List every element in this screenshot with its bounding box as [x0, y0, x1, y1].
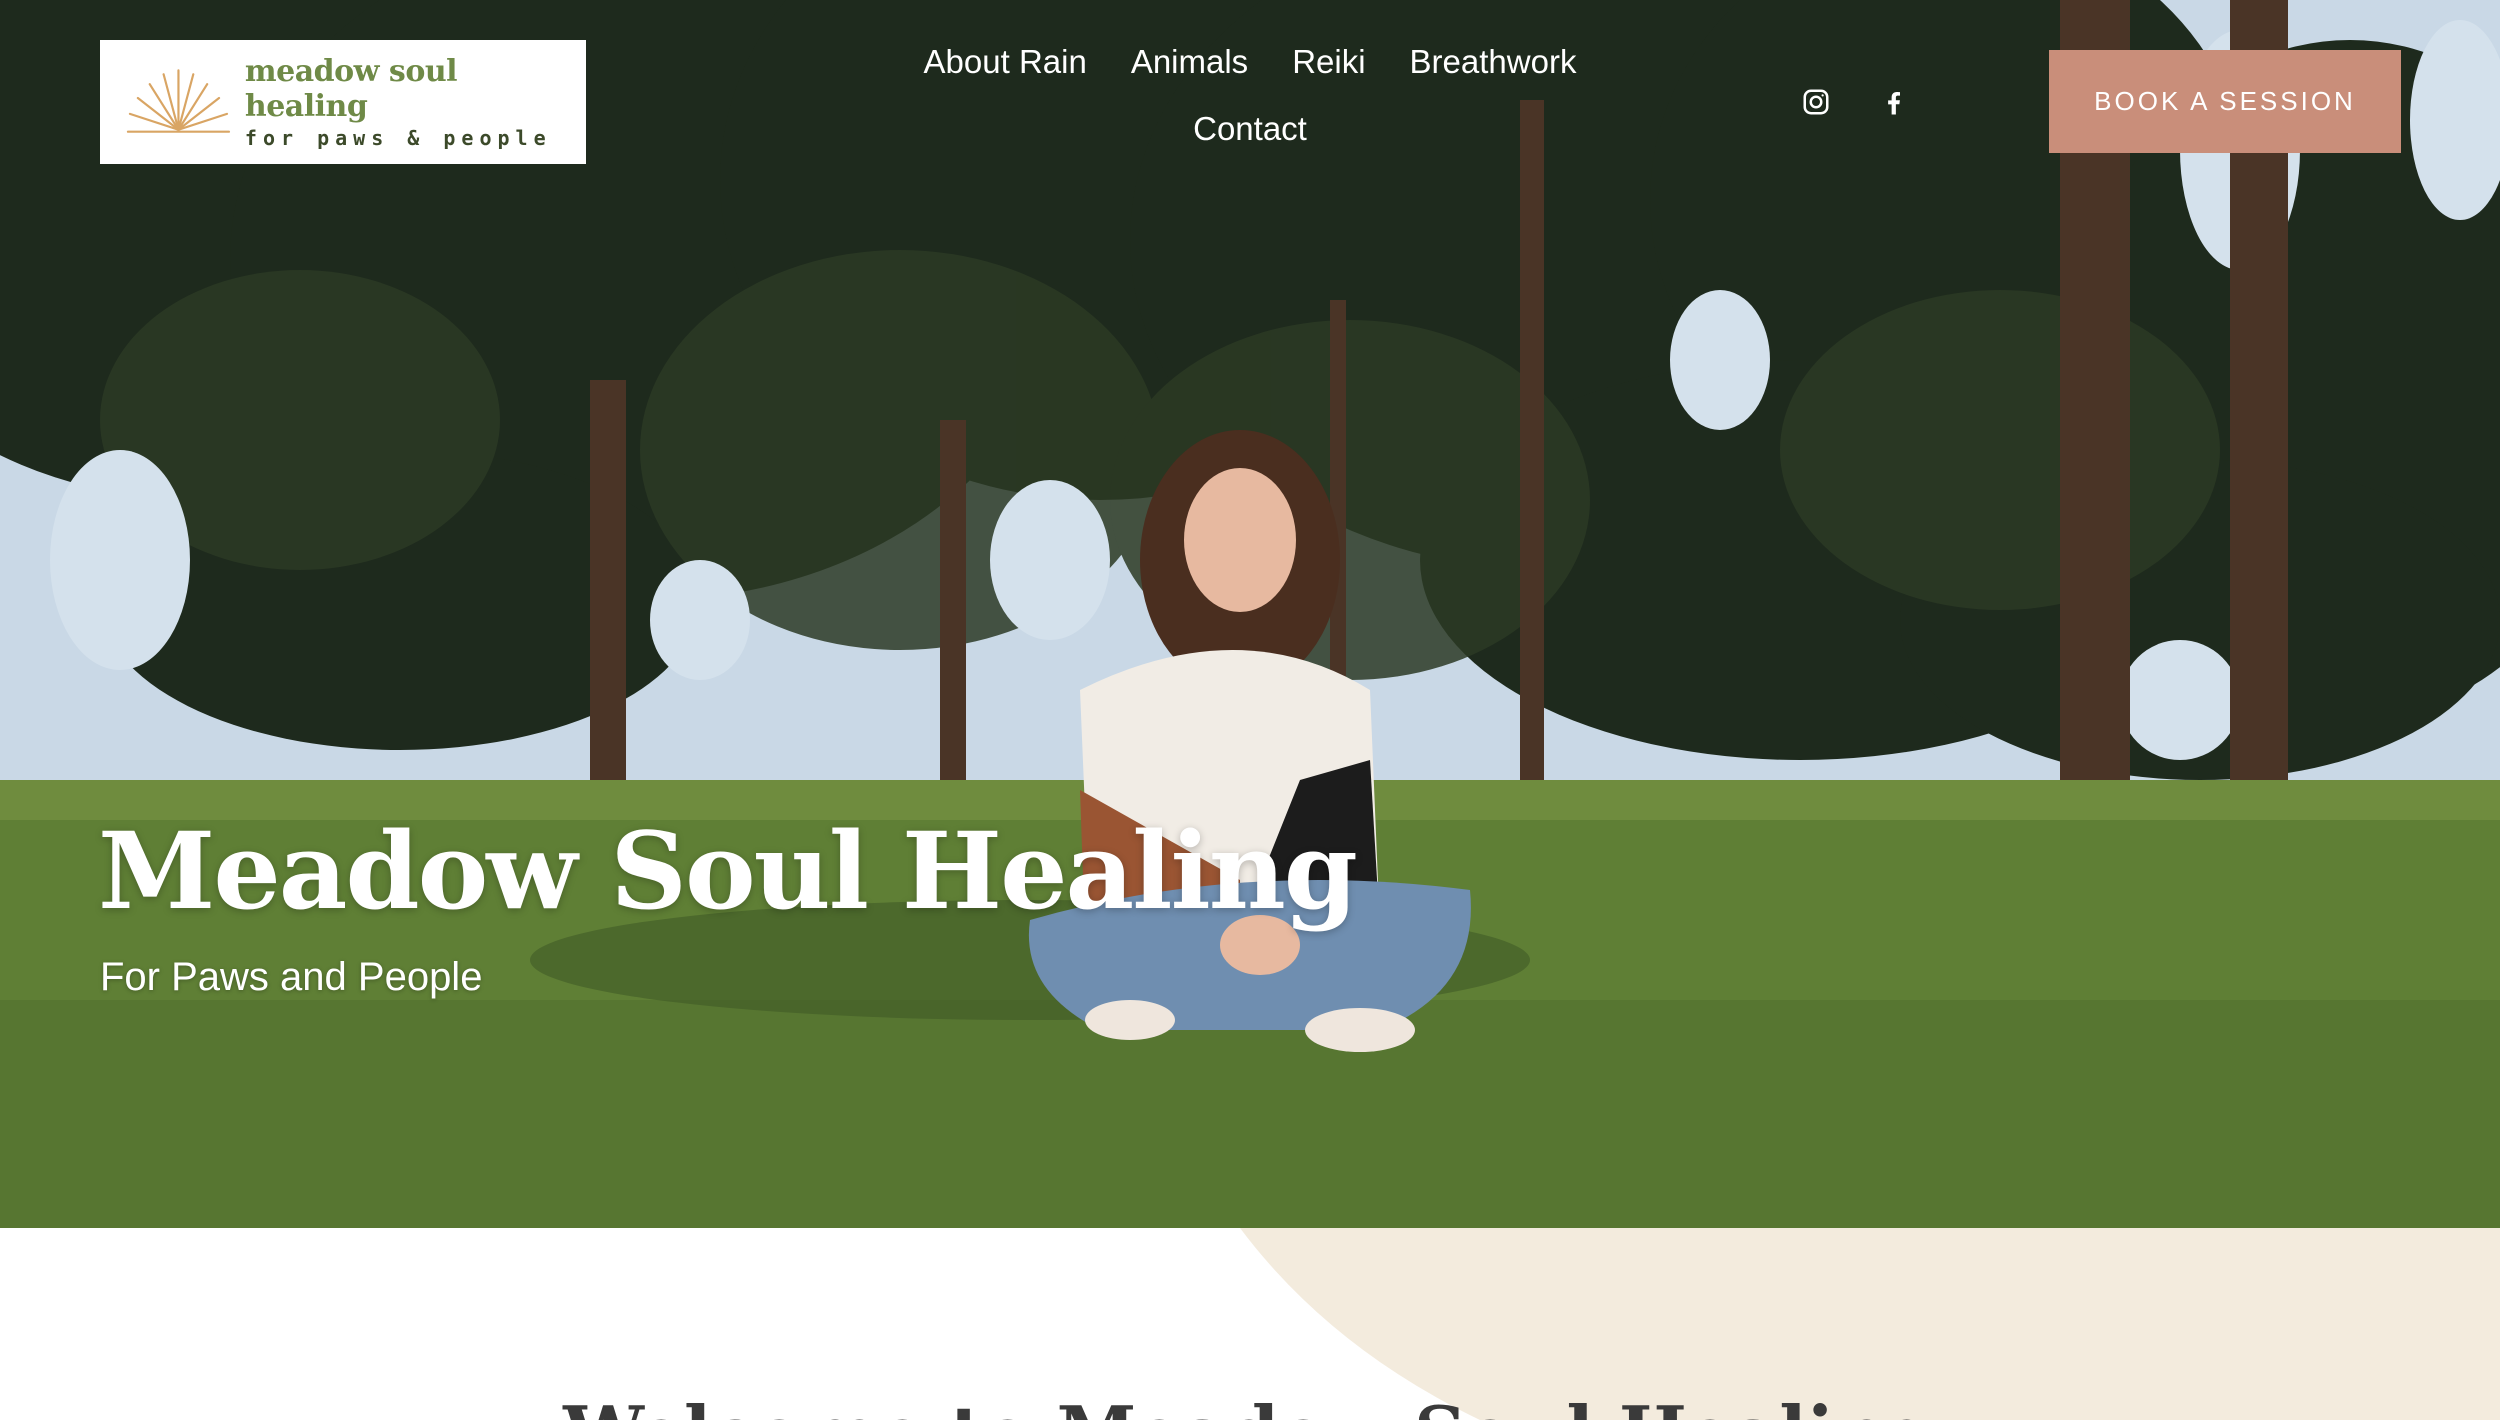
sunburst-logo-icon	[126, 69, 231, 133]
book-session-button[interactable]: BOOK A SESSION	[2049, 50, 2401, 153]
hero-section: meadow soul healing for paws & people Ab…	[0, 0, 2500, 1228]
logo-title: meadow soul healing	[244, 54, 458, 124]
hero-background-image	[0, 0, 2500, 1228]
nav-link-about-rain[interactable]: About Rain	[924, 40, 1087, 85]
instagram-icon[interactable]	[1796, 82, 1836, 122]
site-logo[interactable]: meadow soul healing for paws & people	[100, 40, 586, 164]
nav-link-animals[interactable]: Animals	[1131, 40, 1248, 85]
hero-subtitle: For Paws and People	[100, 955, 483, 999]
facebook-icon[interactable]	[1874, 82, 1914, 122]
nav-link-reiki[interactable]: Reiki	[1292, 40, 1365, 85]
welcome-heading: Welcome to Meadow Soul Healing	[0, 1390, 2500, 1420]
nav-link-breathwork[interactable]: Breathwork	[1410, 40, 1577, 85]
main-navigation: About Rain Animals Reiki Breathwork Cont…	[900, 40, 1600, 151]
hero-title: Meadow Soul Healing	[98, 808, 1358, 933]
logo-subtitle: for paws & people	[244, 126, 552, 150]
nav-link-contact[interactable]: Contact	[1193, 107, 1307, 152]
